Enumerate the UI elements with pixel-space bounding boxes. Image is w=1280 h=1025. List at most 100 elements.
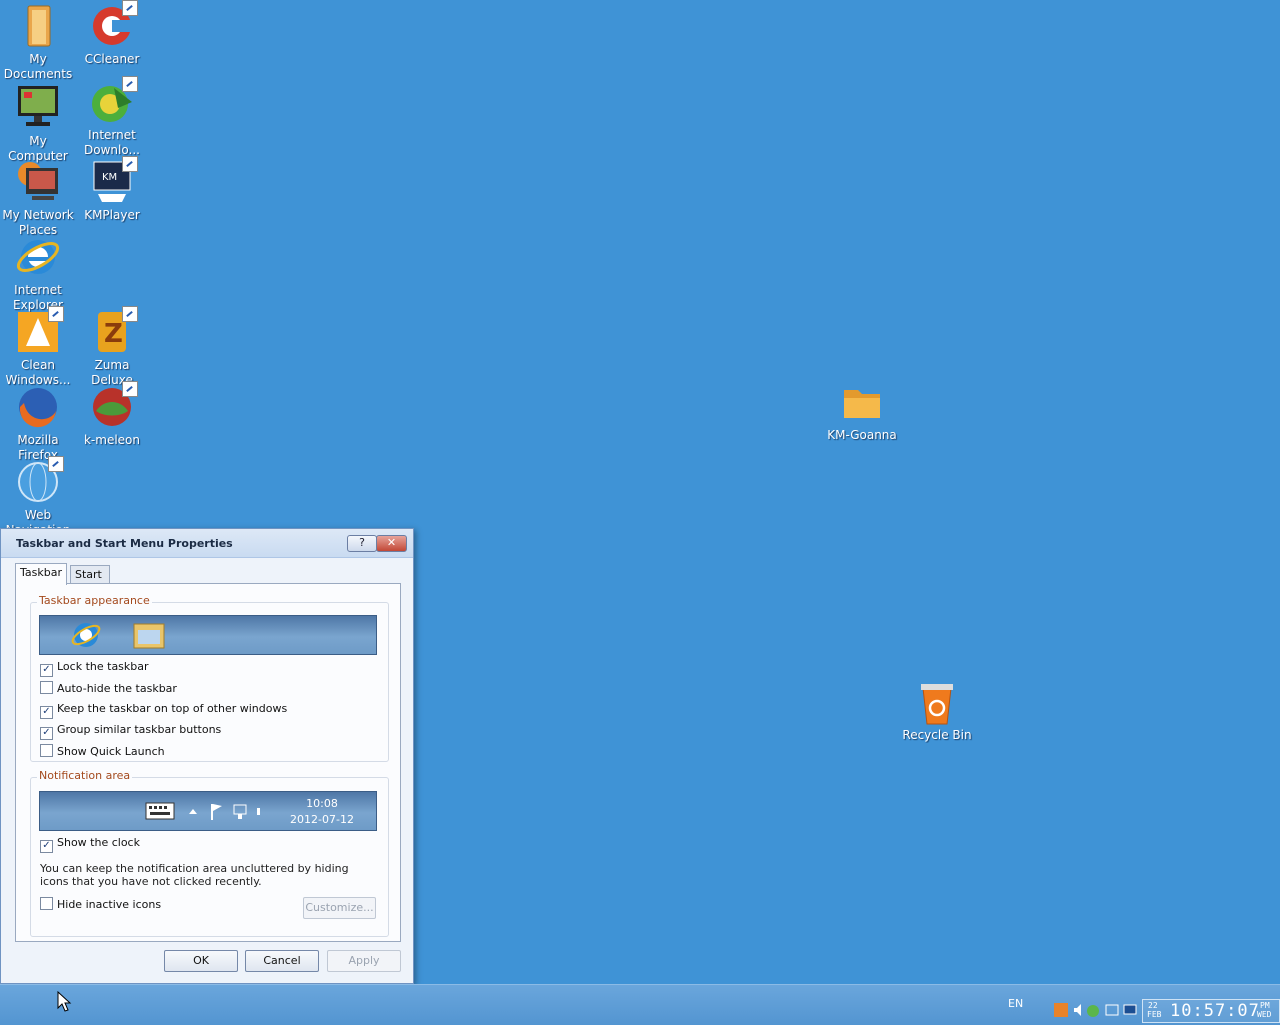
desktop-icon-zuma-deluxe[interactable]: Z Zuma Deluxe [74,306,150,388]
language-indicator[interactable]: EN [1008,997,1023,1010]
checkbox-label: Auto-hide the taskbar [57,682,177,695]
clock-time: 10:57:07 [1170,1001,1260,1021]
group-buttons-checkbox[interactable]: ✓ Group similar taskbar buttons [40,723,222,740]
notification-area-group: Notification area 10:08 2012-07-12 ✓ Show… [30,769,389,937]
desktop-icon-my-computer[interactable]: My Computer [0,84,76,164]
tab-panel-taskbar: Taskbar appearance ✓ Lock the taskbar Aut… [15,583,401,942]
ok-button[interactable]: OK [164,950,238,972]
show-clock-checkbox[interactable]: ✓ Show the clock [40,836,140,853]
desktop-icon-my-documents[interactable]: My Documents [0,2,76,82]
mouse-cursor-icon [57,991,72,1012]
tray-icons [1054,1003,1137,1017]
desktop-icon-label: Internet Downlo... [84,128,140,157]
desktop-icon-clean-windows[interactable]: Clean Windows... [0,306,76,388]
checkbox-label: Show Quick Launch [57,745,165,758]
preview-clock-time: 10:08 [306,797,338,810]
checkbox-mark: ✓ [40,840,53,853]
clean-windows-icon [14,306,64,356]
checkbox-label: Lock the taskbar [57,660,149,673]
checkbox-mark [40,681,53,694]
group-label: Taskbar appearance [37,594,152,607]
desktop-icon-label: KM-Goanna [827,428,897,442]
taskbar-preview-icons [71,623,165,649]
zuma-icon: Z [88,306,138,356]
desktop-icon-label: Recycle Bin [902,728,972,742]
desktop-icon-my-network-places[interactable]: My Network Places [0,158,76,238]
internet-explorer-icon [14,233,62,281]
dialog-title: Taskbar and Start Menu Properties [16,537,233,550]
customize-button[interactable]: Customize... [303,897,376,919]
desktop-icon-internet-explorer[interactable]: Internet Explorer [0,233,76,313]
download-manager-icon [88,76,138,126]
clock-ampm: PM [1260,1001,1270,1010]
desktop-icon-km-goanna[interactable]: KM-Goanna [824,378,900,443]
kmplayer-icon: KM [88,156,138,206]
desktop-icon-k-meleon[interactable]: k-meleon [74,381,150,448]
shortcut-arrow-icon [122,381,138,397]
checkbox-label: Group similar taskbar buttons [57,723,222,736]
checkbox-mark: ✓ [40,727,53,740]
shortcut-arrow-icon [122,0,138,16]
network-computer-icon [14,158,62,206]
group-label: Notification area [37,769,133,782]
taskbar-preview [39,615,377,655]
desktop-icon-label: CCleaner [84,52,140,66]
k-meleon-icon [88,381,138,431]
display-icon [1123,1004,1137,1015]
taskbar-clock[interactable]: 22 FEB 10:57:07 PM WED [1142,999,1280,1023]
monitor-icon [14,84,62,132]
checkbox-label: Hide inactive icons [57,898,162,911]
desktop-icon-internet-download-manager[interactable]: Internet Downlo... [74,76,150,158]
security-icon [1087,1005,1099,1017]
shortcut-arrow-icon [122,156,138,172]
desktop-icon-label: My Documents [3,52,73,81]
help-button[interactable]: ? [347,535,377,552]
desktop-icon-mozilla-firefox[interactable]: Mozilla Firefox [0,383,76,463]
folder-icon [838,378,886,426]
dialog-titlebar[interactable]: Taskbar and Start Menu Properties ? ✕ [1,529,413,558]
checkbox-label: Keep the taskbar on top of other windows [57,702,288,715]
notification-preview: 10:08 2012-07-12 [39,791,377,831]
desktop-icon-kmplayer[interactable]: KM KMPlayer [74,156,150,223]
network-icon [1105,1004,1119,1016]
svg-text:KM: KM [102,172,117,183]
checkbox-label: Show the clock [57,836,140,849]
checkbox-mark [40,897,53,910]
quick-launch-checkbox[interactable]: Show Quick Launch [40,744,165,758]
recycle-bin-icon [913,678,961,726]
clock-month: FEB [1147,1010,1162,1019]
shortcut-arrow-icon [122,306,138,322]
taskbar-appearance-group: Taskbar appearance ✓ Lock the taskbar Aut… [30,594,389,762]
shortcut-arrow-icon [48,306,64,322]
keep-on-top-checkbox[interactable]: ✓ Keep the taskbar on top of other window… [40,702,288,719]
checkbox-mark: ✓ [40,706,53,719]
checkbox-mark: ✓ [40,664,53,677]
desktop-icon-recycle-bin[interactable]: Recycle Bin [899,678,975,743]
apply-button[interactable]: Apply [327,950,401,972]
desktop-icon-ccleaner[interactable]: CCleaner [74,0,150,67]
shortcut-arrow-icon [48,456,64,472]
tab-start-menu[interactable]: Start Menu [70,565,111,599]
tray-preview-icons [145,802,260,820]
globe-icon [14,456,64,506]
auto-hide-checkbox[interactable]: Auto-hide the taskbar [40,681,177,695]
hide-inactive-checkbox[interactable]: Hide inactive icons [40,897,161,911]
checkbox-mark [40,744,53,757]
close-button[interactable]: ✕ [376,535,407,552]
clock-day: 22 [1148,1001,1158,1010]
desktop-icon-label: KMPlayer [84,208,140,222]
volume-icon [1074,1004,1081,1016]
tab-taskbar[interactable]: Taskbar [15,563,67,585]
shortcut-arrow-icon [122,76,138,92]
cancel-button[interactable]: Cancel [245,950,319,972]
taskbar-properties-dialog: Taskbar and Start Menu Properties ? ✕ Ta… [0,528,414,984]
notification-note: You can keep the notification area unclu… [40,862,349,888]
lock-taskbar-checkbox[interactable]: ✓ Lock the taskbar [40,660,149,677]
taskbar: EN 22 FEB 10:57:07 PM WED [0,984,1280,1025]
tray-app-icon [1054,1003,1068,1017]
desktop-icon-web-navigation[interactable]: Web Navigation [0,456,76,538]
preview-clock-date: 2012-07-12 [290,813,354,826]
folder-documents-icon [14,2,62,50]
firefox-icon [14,383,62,431]
svg-text:Z: Z [104,319,123,349]
